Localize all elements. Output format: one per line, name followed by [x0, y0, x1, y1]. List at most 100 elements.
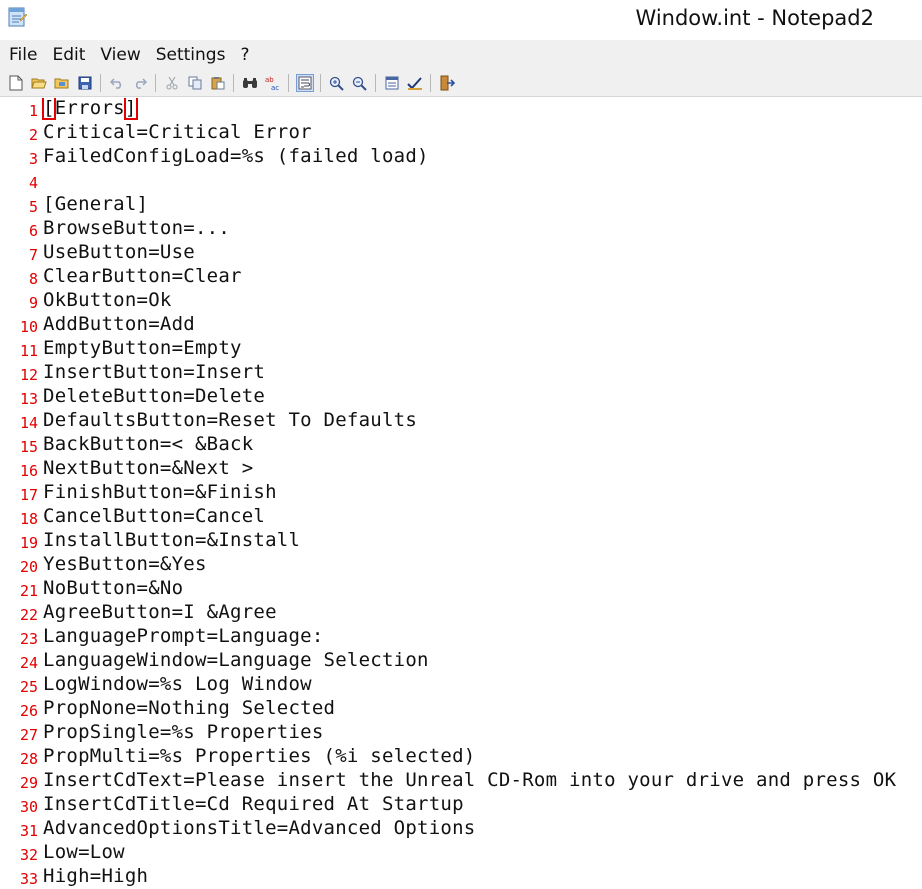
- editor-line[interactable]: 19 InstallButton=&Install: [0, 529, 922, 554]
- toolbar-separator: [430, 74, 431, 92]
- line-number: 12: [19, 366, 38, 384]
- editor-line[interactable]: 17 FinishButton=&Finish: [0, 481, 922, 506]
- line-text[interactable]: InsertCdTitle=Cd Required At Startup: [43, 793, 464, 815]
- editor-line[interactable]: 20 YesButton=&Yes: [0, 553, 922, 578]
- line-number: 29: [19, 774, 38, 792]
- editor-line[interactable]: 30 InsertCdTitle=Cd Required At Startup: [0, 793, 922, 818]
- editor-line[interactable]: 26 PropNone=Nothing Selected: [0, 697, 922, 722]
- zoom-out-icon[interactable]: [351, 74, 369, 92]
- editor-line[interactable]: 14 DefaultsButton=Reset To Defaults: [0, 409, 922, 434]
- svg-text:ab: ab: [265, 76, 274, 84]
- line-number: 31: [19, 822, 38, 840]
- line-text[interactable]: FinishButton=&Finish: [43, 481, 277, 503]
- line-text[interactable]: OkButton=Ok: [43, 289, 172, 311]
- save-icon[interactable]: [76, 74, 94, 92]
- editor-line[interactable]: 21 NoButton=&No: [0, 577, 922, 602]
- editor-line[interactable]: 24 LanguageWindow=Language Selection: [0, 649, 922, 674]
- editor-line[interactable]: 1 [Errors]: [0, 98, 922, 122]
- editor-line[interactable]: 22 AgreeButton=I &Agree: [0, 601, 922, 626]
- line-text[interactable]: EmptyButton=Empty: [43, 337, 242, 359]
- editor-line[interactable]: 18 CancelButton=Cancel: [0, 505, 922, 530]
- editor-line[interactable]: 33 High=High: [0, 865, 922, 889]
- line-text[interactable]: NoButton=&No: [43, 577, 183, 599]
- new-file-icon[interactable]: [7, 74, 25, 92]
- line-number: 7: [28, 246, 38, 264]
- editor-line[interactable]: 4: [0, 170, 922, 194]
- editor-line[interactable]: 15 BackButton=< &Back: [0, 433, 922, 458]
- line-text[interactable]: LogWindow=%s Log Window: [43, 673, 312, 695]
- line-text[interactable]: InstallButton=&Install: [43, 529, 300, 551]
- line-text[interactable]: AdvancedOptionsTitle=Advanced Options: [43, 817, 476, 839]
- editor-line[interactable]: 3 FailedConfigLoad=%s (failed load): [0, 145, 922, 170]
- cut-icon[interactable]: [163, 74, 181, 92]
- editor-line[interactable]: 6 BrowseButton=...: [0, 217, 922, 242]
- line-text[interactable]: InsertButton=Insert: [43, 361, 265, 383]
- find-icon[interactable]: [241, 74, 259, 92]
- editor-line[interactable]: 28 PropMulti=%s Properties (%i selected): [0, 745, 922, 770]
- line-text[interactable]: DefaultsButton=Reset To Defaults: [43, 409, 417, 431]
- editor-line[interactable]: 7 UseButton=Use: [0, 241, 922, 266]
- menu-settings[interactable]: Settings: [147, 40, 232, 70]
- copy-icon[interactable]: [186, 74, 204, 92]
- line-text[interactable]: ClearButton=Clear: [43, 265, 242, 287]
- editor-line[interactable]: 29 InsertCdText=Please insert the Unreal …: [0, 769, 922, 794]
- line-text[interactable]: YesButton=&Yes: [43, 553, 207, 575]
- view-list-icon[interactable]: [383, 74, 401, 92]
- editor-line[interactable]: 12 InsertButton=Insert: [0, 361, 922, 386]
- line-number: 2: [28, 126, 38, 144]
- line-text[interactable]: InsertCdText=Please insert the Unreal CD…: [43, 769, 896, 791]
- line-text[interactable]: DeleteButton=Delete: [43, 385, 265, 407]
- line-text[interactable]: [General]: [43, 193, 148, 215]
- editor-line[interactable]: 9 OkButton=Ok: [0, 289, 922, 314]
- editor-line[interactable]: 5 [General]: [0, 193, 922, 218]
- menu-help[interactable]: ?: [231, 40, 255, 70]
- line-text[interactable]: Low=Low: [43, 841, 125, 863]
- notepad-app-icon[interactable]: [6, 6, 28, 28]
- editor-line[interactable]: 2 Critical=Critical Error: [0, 121, 922, 146]
- line-text[interactable]: PropSingle=%s Properties: [43, 721, 324, 743]
- editor-line[interactable]: 27 PropSingle=%s Properties: [0, 721, 922, 746]
- editor-line[interactable]: 16 NextButton=&Next >: [0, 457, 922, 482]
- editor-line[interactable]: 8 ClearButton=Clear: [0, 265, 922, 290]
- line-text[interactable]: NextButton=&Next >: [43, 457, 253, 479]
- editor-line[interactable]: 10 AddButton=Add: [0, 313, 922, 338]
- line-text[interactable]: LanguageWindow=Language Selection: [43, 649, 429, 671]
- editor-line[interactable]: 11 EmptyButton=Empty: [0, 337, 922, 362]
- line-text[interactable]: UseButton=Use: [43, 241, 195, 263]
- line-number: 33: [19, 870, 38, 888]
- word-wrap-icon[interactable]: [295, 74, 314, 92]
- line-text[interactable]: BackButton=< &Back: [43, 433, 253, 455]
- title-bar[interactable]: Window.int - Notepad2: [0, 0, 922, 38]
- edit-check-icon[interactable]: [406, 74, 424, 92]
- menu-file[interactable]: File: [0, 40, 43, 70]
- line-text[interactable]: BrowseButton=...: [43, 217, 230, 239]
- open-folder-icon[interactable]: [30, 74, 48, 92]
- line-text[interactable]: CancelButton=Cancel: [43, 505, 265, 527]
- editor-line[interactable]: 13 DeleteButton=Delete: [0, 385, 922, 410]
- line-text[interactable]: [Errors]: [42, 98, 138, 120]
- menu-view[interactable]: View: [91, 40, 146, 70]
- line-text[interactable]: AgreeButton=I &Agree: [43, 601, 277, 623]
- replace-icon[interactable]: ab ac: [264, 74, 282, 92]
- line-text[interactable]: AddButton=Add: [43, 313, 195, 335]
- text-editor[interactable]: 1 [Errors] 2 Critical=Critical Error 3 Failed…: [0, 98, 922, 889]
- line-text[interactable]: LanguagePrompt=Language:: [43, 625, 324, 647]
- browse-folder-icon[interactable]: [53, 74, 71, 92]
- matching-bracket-highlight: [: [42, 98, 56, 120]
- redo-icon[interactable]: [131, 74, 149, 92]
- editor-line[interactable]: 25 LogWindow=%s Log Window: [0, 673, 922, 698]
- editor-line[interactable]: 31 AdvancedOptionsTitle=Advanced Options: [0, 817, 922, 842]
- menu-edit[interactable]: Edit: [43, 40, 91, 70]
- editor-line[interactable]: 32 Low=Low: [0, 841, 922, 866]
- editor-line[interactable]: 23 LanguagePrompt=Language:: [0, 625, 922, 650]
- paste-icon[interactable]: [209, 74, 227, 92]
- undo-icon[interactable]: [108, 74, 126, 92]
- line-number: 21: [19, 582, 38, 600]
- line-text[interactable]: PropMulti=%s Properties (%i selected): [43, 745, 476, 767]
- zoom-in-icon[interactable]: [328, 74, 346, 92]
- line-text[interactable]: Critical=Critical Error: [43, 121, 312, 143]
- line-text[interactable]: FailedConfigLoad=%s (failed load): [43, 145, 429, 167]
- exit-icon[interactable]: [438, 74, 456, 92]
- line-text[interactable]: High=High: [43, 865, 148, 887]
- line-text[interactable]: PropNone=Nothing Selected: [43, 697, 335, 719]
